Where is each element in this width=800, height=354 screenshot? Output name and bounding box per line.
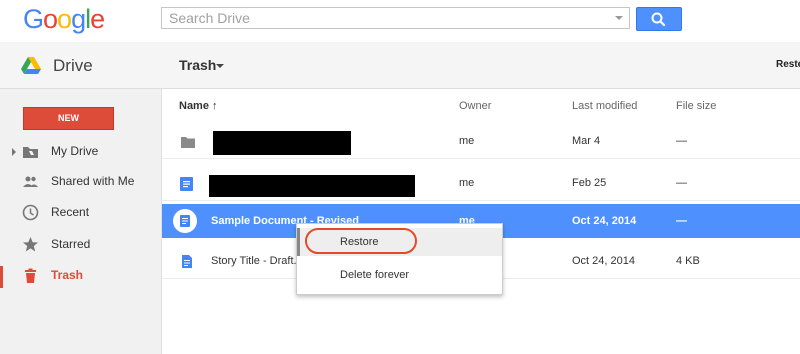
trash-icon	[25, 268, 36, 283]
sidebar-item-label: Trash	[51, 268, 84, 282]
search-options-caret-icon[interactable]	[615, 16, 623, 20]
column-header-last-modified[interactable]: Last modified	[572, 100, 637, 112]
menu-item-delete-forever[interactable]: Delete forever	[297, 262, 502, 288]
sidebar-item-my-drive[interactable]: My Drive	[0, 139, 161, 165]
doc-icon	[173, 209, 197, 233]
toolbar	[0, 42, 800, 89]
column-header-file-size[interactable]: File size	[676, 100, 716, 112]
owner-cell: me	[459, 135, 475, 147]
sidebar-item-recent[interactable]: Recent	[0, 200, 161, 226]
table-row[interactable]: me Feb 25 —	[162, 168, 800, 201]
sidebar-item-label: Shared with Me	[51, 174, 135, 188]
drive-logo-icon[interactable]	[21, 57, 41, 75]
sidebar-item-label: My Drive	[51, 144, 99, 158]
sidebar-item-trash[interactable]: Trash	[0, 263, 161, 289]
new-button[interactable]: NEW	[23, 107, 114, 130]
column-header-owner[interactable]: Owner	[459, 100, 491, 112]
app-name[interactable]: Drive	[53, 56, 93, 76]
restore-toolbar-button[interactable]: Reste	[776, 59, 800, 70]
doc-icon	[182, 255, 192, 268]
filename-cell: Story Title - Draft.d	[211, 255, 303, 267]
menu-item-label: Delete forever	[340, 269, 410, 281]
sidebar-item-starred[interactable]: Starred	[0, 232, 161, 258]
context-menu: Restore Delete forever	[296, 223, 503, 295]
sidebar-item-label: Starred	[51, 237, 91, 251]
drive-folder-icon	[23, 147, 38, 158]
menu-item-hover-bar	[297, 228, 300, 256]
top-bar: Google	[0, 0, 800, 42]
redacted-filename	[213, 131, 351, 155]
last-modified-cell: Mar 4	[572, 135, 601, 147]
sidebar-item-label: Recent	[51, 205, 90, 219]
file-size-cell: —	[676, 135, 687, 147]
star-icon	[23, 237, 38, 252]
annotation-circle	[305, 228, 417, 254]
file-size-cell: —	[676, 177, 687, 189]
folder-menu-caret-icon[interactable]	[216, 64, 224, 68]
clock-icon	[22, 204, 39, 221]
file-size-cell: —	[676, 215, 687, 227]
owner-cell: me	[459, 177, 475, 189]
search-button[interactable]	[636, 7, 682, 31]
google-logo[interactable]: Google	[23, 4, 105, 35]
search-icon	[651, 12, 666, 27]
current-folder-title[interactable]: Trash	[179, 57, 216, 73]
redacted-filename	[209, 175, 415, 197]
search-box[interactable]	[161, 7, 630, 29]
file-size-cell: 4 KB	[676, 255, 700, 267]
people-icon	[23, 176, 38, 187]
search-input[interactable]	[162, 8, 609, 28]
folder-icon	[181, 137, 195, 148]
column-header-name[interactable]: Name ↑	[179, 100, 218, 112]
table-row[interactable]: me Mar 4 —	[162, 126, 800, 159]
doc-icon	[180, 177, 193, 191]
last-modified-cell: Oct 24, 2014	[572, 215, 637, 227]
last-modified-cell: Oct 24, 2014	[572, 255, 635, 267]
last-modified-cell: Feb 25	[572, 177, 607, 189]
sidebar-item-shared-with-me[interactable]: Shared with Me	[0, 169, 161, 195]
